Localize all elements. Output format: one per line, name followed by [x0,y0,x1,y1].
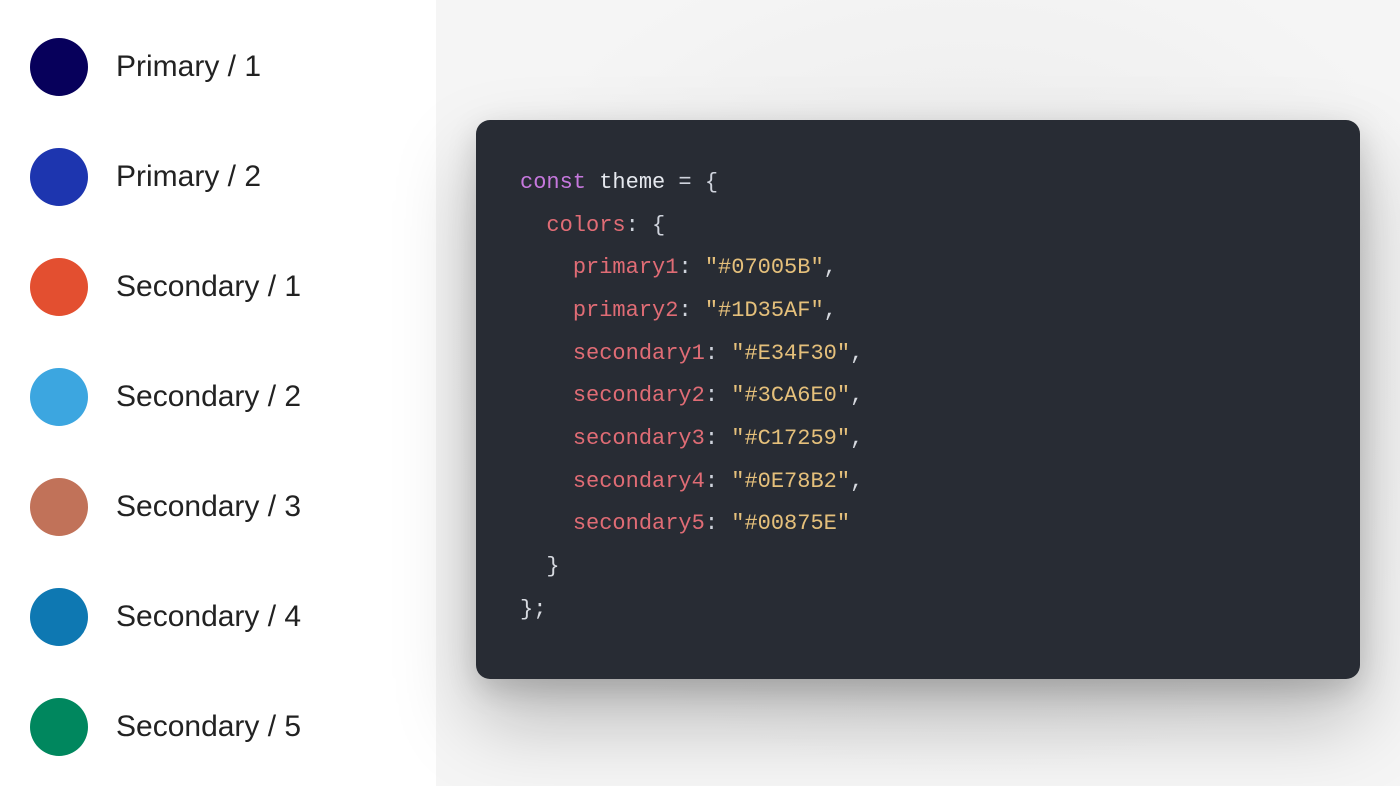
token-colon: : [705,341,731,366]
palette-row: Secondary / 2 [30,368,406,426]
swatch-label: Secondary / 1 [116,270,301,304]
token-brace: } [546,554,559,579]
token-string: "#C17259" [731,426,850,451]
token-brace: }; [520,597,546,622]
token-string: "#00875E" [731,511,850,536]
token-comma: , [824,255,837,280]
token-operator: : { [626,213,666,238]
color-swatch-secondary-1 [30,258,88,316]
swatch-label: Secondary / 4 [116,600,301,634]
token-property: primary1 [573,255,679,280]
token-colon: : [678,255,704,280]
swatch-label: Primary / 1 [116,50,261,84]
token-comma: , [850,469,863,494]
palette-row: Secondary / 5 [30,698,406,756]
color-swatch-primary-2 [30,148,88,206]
token-keyword: const [520,170,586,195]
token-colon: : [678,298,704,323]
token-colon: : [705,383,731,408]
token-string: "#07005B" [705,255,824,280]
token-string: "#1D35AF" [705,298,824,323]
swatch-label: Primary / 2 [116,160,261,194]
token-property: secondary1 [573,341,705,366]
code-preview-panel: const theme = { colors: { primary1: "#07… [436,0,1400,786]
color-swatch-primary-1 [30,38,88,96]
token-comma: , [850,341,863,366]
palette-row: Secondary / 3 [30,478,406,536]
token-variable: theme [599,170,665,195]
token-colon: : [705,511,731,536]
color-swatch-secondary-4 [30,588,88,646]
palette-row: Primary / 2 [30,148,406,206]
token-comma: , [824,298,837,323]
token-string: "#0E78B2" [731,469,850,494]
token-string: "#3CA6E0" [731,383,850,408]
token-comma: , [850,383,863,408]
color-palette-sidebar: Primary / 1 Primary / 2 Secondary / 1 Se… [0,0,436,786]
token-colon: : [705,426,731,451]
token-string: "#E34F30" [731,341,850,366]
token-property: secondary4 [573,469,705,494]
token-property: secondary2 [573,383,705,408]
swatch-label: Secondary / 5 [116,710,301,744]
swatch-label: Secondary / 3 [116,490,301,524]
token-property: secondary3 [573,426,705,451]
token-comma: , [850,426,863,451]
token-colon: : [705,469,731,494]
token-property: primary2 [573,298,679,323]
palette-row: Secondary / 1 [30,258,406,316]
code-block: const theme = { colors: { primary1: "#07… [520,162,1316,631]
code-card: const theme = { colors: { primary1: "#07… [476,120,1360,679]
token-property: secondary5 [573,511,705,536]
palette-row: Secondary / 4 [30,588,406,646]
color-swatch-secondary-5 [30,698,88,756]
token-operator: = { [665,170,718,195]
token-property: colors [546,213,625,238]
palette-row: Primary / 1 [30,38,406,96]
swatch-label: Secondary / 2 [116,380,301,414]
color-swatch-secondary-2 [30,368,88,426]
color-swatch-secondary-3 [30,478,88,536]
